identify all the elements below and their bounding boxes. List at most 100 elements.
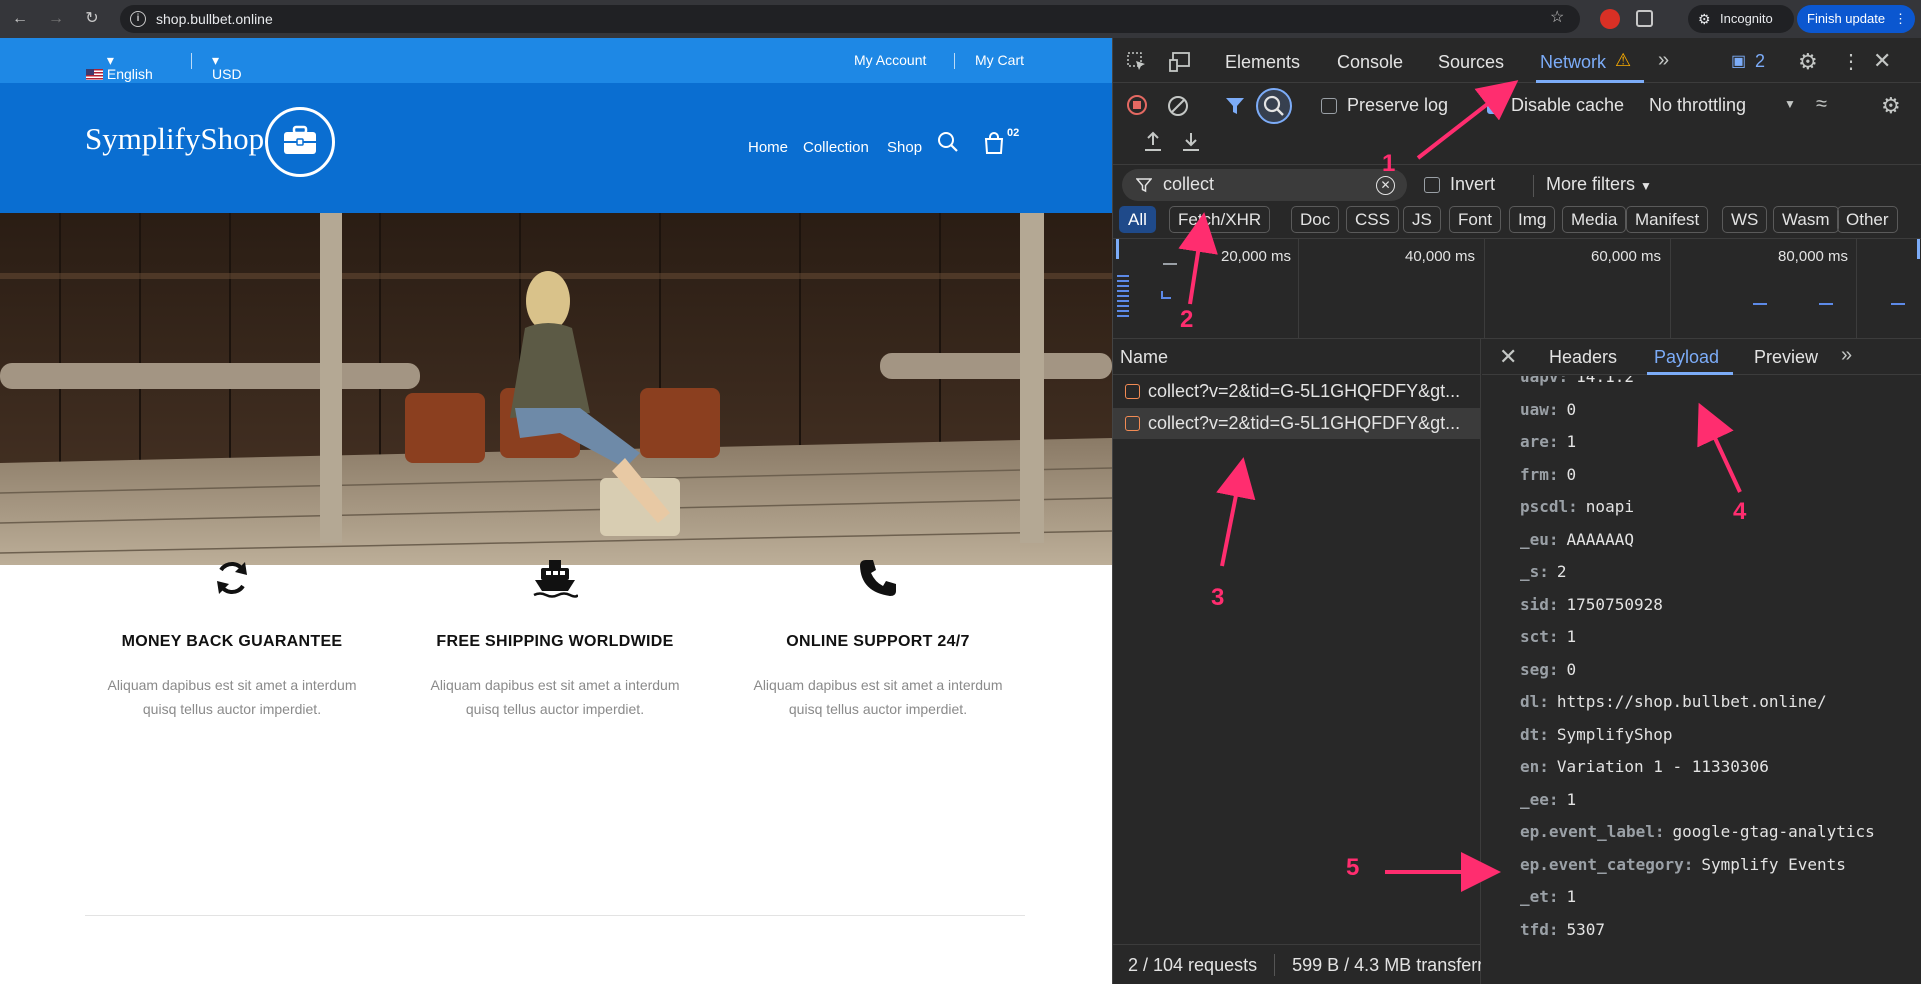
tab-sources[interactable]: Sources	[1438, 52, 1504, 73]
settings-gear-icon[interactable]: ⚙	[1798, 49, 1818, 75]
more-tabs-icon[interactable]: »	[1841, 344, 1852, 367]
type-filter-fetch-xhr[interactable]: Fetch/XHR	[1169, 206, 1271, 233]
timeline-bar	[1163, 263, 1177, 265]
tab-payload[interactable]: Payload	[1654, 347, 1719, 368]
my-account-link[interactable]: My Account	[854, 52, 926, 68]
shopping-bag-icon[interactable]	[982, 131, 1006, 155]
type-filter-all[interactable]: All	[1119, 206, 1156, 233]
tab-headers[interactable]: Headers	[1549, 347, 1617, 368]
nav-shop[interactable]: Shop	[887, 139, 922, 156]
forward-icon[interactable]: →	[46, 9, 66, 29]
payload-row[interactable]: uapv: 14.1.2	[1520, 376, 1634, 386]
type-filter-wasm[interactable]: Wasm	[1773, 206, 1839, 233]
briefcase-logo-icon[interactable]	[265, 107, 335, 177]
my-cart-link[interactable]: My Cart	[975, 52, 1024, 68]
device-toolbar-icon[interactable]	[1169, 52, 1193, 72]
record-stop-icon[interactable]	[1127, 95, 1147, 115]
issues-message-icon[interactable]: ▣	[1731, 51, 1746, 71]
timeline-bars	[1117, 275, 1129, 320]
search-network-icon[interactable]	[1256, 88, 1292, 124]
payload-value: https://shop.bullbet.online/	[1556, 692, 1827, 711]
search-icon[interactable]	[937, 131, 959, 153]
tab-elements[interactable]: Elements	[1225, 52, 1300, 73]
type-filter-other[interactable]: Other	[1837, 206, 1898, 233]
filter-icon[interactable]	[1225, 96, 1245, 116]
extension-icon[interactable]	[1600, 9, 1620, 29]
payload-row[interactable]: sid: 1750750928	[1520, 595, 1663, 614]
payload-value: 5307	[1566, 919, 1606, 939]
filter-input[interactable]: collect ✕	[1122, 169, 1407, 201]
network-conditions-icon[interactable]: ≈	[1816, 93, 1827, 116]
network-settings-icon[interactable]: ⚙	[1881, 93, 1901, 119]
payload-key: frm:	[1520, 464, 1559, 484]
request-row-selected[interactable]: collect?v=2&tid=G-5L1GHQFDFY&gt...	[1113, 408, 1481, 439]
payload-row[interactable]: uaw: 0	[1520, 400, 1576, 419]
site-logo-text[interactable]: SymplifyShop	[85, 121, 264, 157]
payload-row[interactable]: _eu: AAAAAAQ	[1520, 530, 1634, 549]
inspect-element-icon[interactable]	[1127, 52, 1147, 72]
site-info-icon[interactable]: i	[130, 11, 146, 27]
payload-row[interactable]: en: Variation 1 - 11330306	[1520, 757, 1769, 776]
timeline-handle-left[interactable]	[1116, 239, 1119, 259]
finish-update-button[interactable]: Finish update ⋮	[1797, 5, 1915, 33]
type-filter-manifest[interactable]: Manifest	[1626, 206, 1709, 233]
close-devtools-icon[interactable]: ✕	[1873, 48, 1891, 74]
type-filter-css[interactable]: CSS	[1346, 206, 1399, 233]
customize-menu-icon[interactable]: ⋮	[1841, 49, 1861, 74]
more-tabs-icon[interactable]: »	[1658, 49, 1669, 72]
currency-selector[interactable]: USD ▾	[212, 52, 242, 82]
incognito-badge[interactable]: ⚙ Incognito	[1688, 5, 1794, 33]
type-filter-doc[interactable]: Doc	[1291, 206, 1340, 233]
payload-key: ep.event_label:	[1520, 822, 1665, 841]
network-timeline[interactable]: 20,000 ms 40,000 ms 60,000 ms 80,000 ms	[1113, 239, 1921, 339]
nav-collection[interactable]: Collection	[803, 139, 869, 156]
payload-row[interactable]: are: 1	[1520, 432, 1576, 451]
request-row[interactable]: collect?v=2&tid=G-5L1GHQFDFY&gt...	[1113, 376, 1481, 407]
timeline-handle-right[interactable]	[1917, 239, 1920, 259]
payload-row[interactable]: ep.event_label: google-gtag-analytics	[1520, 822, 1875, 841]
invert-checkbox[interactable]	[1424, 177, 1440, 193]
type-filter-img[interactable]: Img	[1509, 206, 1556, 233]
tab-network[interactable]: Network	[1540, 52, 1606, 73]
type-filter-js[interactable]: JS	[1403, 206, 1441, 233]
clear-icon[interactable]	[1167, 95, 1189, 117]
extensions-puzzle-icon[interactable]	[1636, 10, 1653, 27]
payload-row[interactable]: sct: 1	[1520, 627, 1576, 646]
type-filter-media[interactable]: Media	[1562, 206, 1627, 233]
payload-row[interactable]: _ee: 1	[1520, 790, 1576, 809]
payload-key: pscdl:	[1520, 497, 1578, 516]
timeline-bar	[1161, 291, 1163, 299]
language-selector[interactable]: English ▾	[86, 52, 153, 82]
payload-value: 1	[1566, 887, 1577, 906]
payload-row[interactable]: tfd: 5307	[1520, 920, 1605, 939]
reload-icon[interactable]: ↻	[82, 9, 102, 29]
tab-preview[interactable]: Preview	[1754, 347, 1818, 368]
payload-row[interactable]: dt: SymplifyShop	[1520, 725, 1673, 744]
back-icon[interactable]: ←	[10, 9, 30, 29]
payload-list[interactable]: uapv: 14.1.2 uaw: 0 are: 1 frm: 0 pscdl: noapi _eu…	[1482, 376, 1921, 984]
type-filter-font[interactable]: Font	[1449, 206, 1502, 233]
import-har-icon[interactable]	[1143, 131, 1163, 153]
issues-count[interactable]: 2	[1755, 51, 1765, 72]
bookmark-star-icon[interactable]: ☆	[1550, 7, 1564, 27]
payload-row[interactable]: _s: 2	[1520, 562, 1567, 581]
throttling-select[interactable]: No throttling	[1649, 95, 1746, 116]
disable-cache-checkbox[interactable]	[1487, 98, 1503, 114]
chevron-down-icon[interactable]: ▼	[1784, 97, 1796, 111]
payload-row[interactable]: ep.event_category: Symplify Events	[1520, 855, 1846, 874]
type-filter-ws[interactable]: WS	[1722, 206, 1768, 233]
tab-console[interactable]: Console	[1337, 52, 1403, 73]
payload-row[interactable]: pscdl: noapi	[1520, 497, 1634, 516]
payload-row[interactable]: frm: 0	[1520, 465, 1576, 484]
payload-row[interactable]: _et: 1	[1520, 887, 1576, 906]
export-har-icon[interactable]	[1181, 131, 1201, 153]
close-detail-icon[interactable]: ✕	[1499, 344, 1517, 370]
clear-filter-icon[interactable]: ✕	[1376, 176, 1395, 195]
name-column-header[interactable]: Name	[1113, 339, 1481, 375]
payload-row[interactable]: dl: https://shop.bullbet.online/	[1520, 692, 1827, 711]
nav-home[interactable]: Home	[748, 139, 788, 156]
payload-row[interactable]: seg: 0	[1520, 660, 1576, 679]
preserve-log-checkbox[interactable]	[1321, 98, 1337, 114]
address-bar[interactable]: i shop.bullbet.online	[120, 5, 1580, 33]
more-filters-button[interactable]: More filters ▼	[1534, 174, 1652, 195]
